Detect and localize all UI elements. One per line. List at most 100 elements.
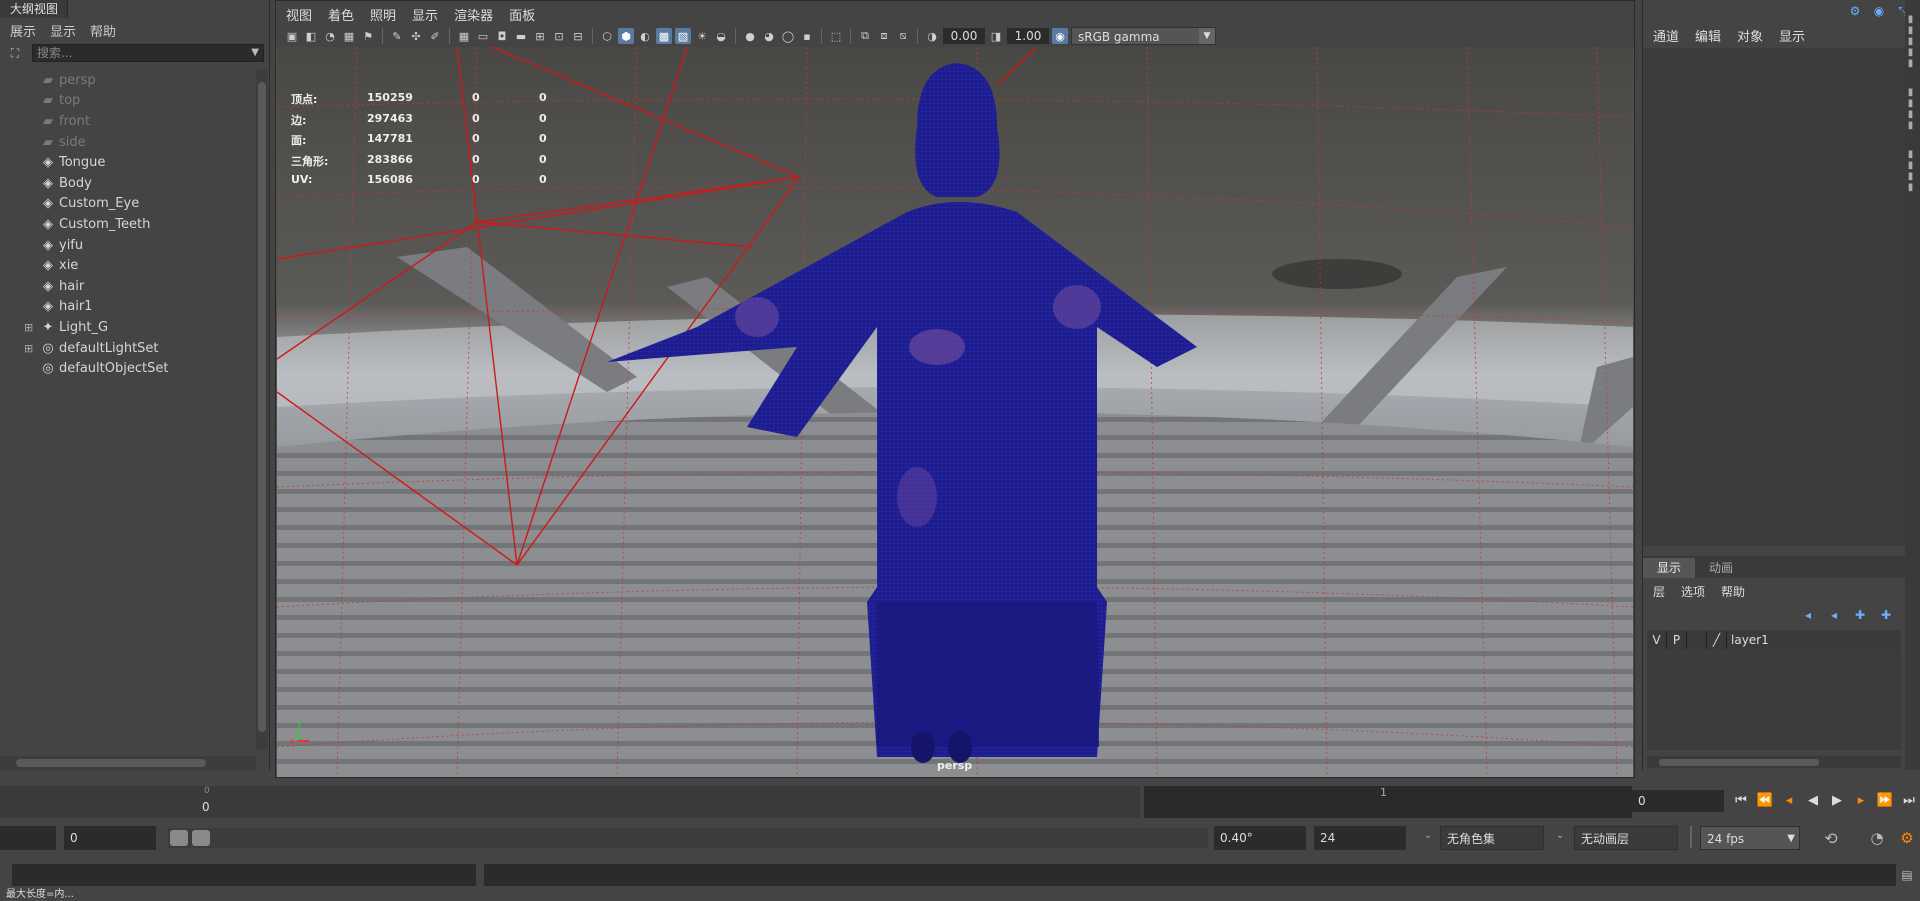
- outliner-item[interactable]: ▰ front: [0, 111, 256, 132]
- wireframe-on-shaded-icon[interactable]: ▩: [656, 28, 672, 44]
- tab-anim-layers[interactable]: 动画: [1695, 558, 1747, 578]
- chevron-down-icon[interactable]: ⌄: [1424, 830, 1432, 841]
- layer-playback-toggle[interactable]: P: [1667, 631, 1687, 649]
- range-handle-end[interactable]: [192, 830, 210, 846]
- go-to-end-icon[interactable]: ⏭: [1900, 790, 1918, 810]
- fps-select[interactable]: 24 fps ▼: [1700, 826, 1800, 850]
- layer-row[interactable]: V P ╱ layer1: [1647, 630, 1901, 650]
- search-input[interactable]: 搜索... ▼: [32, 44, 264, 62]
- camera-attr-icon[interactable]: ◧: [303, 28, 319, 44]
- color-management-icon[interactable]: ◉: [1052, 28, 1068, 44]
- move-layer-down-icon[interactable]: ◂: [1825, 606, 1843, 624]
- layer-menu-help[interactable]: 帮助: [1721, 583, 1745, 600]
- ambient-occlusion-icon[interactable]: ●: [742, 28, 758, 44]
- grid-icon[interactable]: ▦: [456, 28, 472, 44]
- channel-box-body[interactable]: [1643, 48, 1905, 546]
- default-material-icon[interactable]: ◐: [637, 28, 653, 44]
- step-forward-frame-icon[interactable]: ▸: [1852, 790, 1870, 810]
- backface-icon[interactable]: ⧅: [895, 28, 911, 44]
- scroll-thumb[interactable]: [1659, 759, 1819, 766]
- pivot-icon[interactable]: ✣: [408, 28, 424, 44]
- shadow-icon[interactable]: ◒: [713, 28, 729, 44]
- outliner-item[interactable]: ▰ persp: [0, 70, 256, 91]
- outliner-hscrollbar[interactable]: [0, 756, 256, 770]
- preferences-icon[interactable]: ⚙: [1898, 829, 1916, 847]
- current-frame-field[interactable]: 0: [1632, 790, 1724, 812]
- outliner-item[interactable]: ◈ Custom_Eye: [0, 194, 256, 215]
- menu-panels[interactable]: 面板: [509, 5, 535, 24]
- menu-renderer[interactable]: 渲染器: [454, 5, 493, 24]
- filter-icon[interactable]: ⛶: [6, 44, 24, 62]
- light-icon[interactable]: ☀: [694, 28, 710, 44]
- camera-select-icon[interactable]: ▣: [284, 28, 300, 44]
- playback-angle-field[interactable]: 0.40°: [1214, 826, 1306, 850]
- isolate-select-icon[interactable]: ⬚: [828, 28, 844, 44]
- new-layer-selected-icon[interactable]: ✚: [1877, 606, 1895, 624]
- outliner-item[interactable]: ◈ Body: [0, 173, 256, 194]
- go-to-start-icon[interactable]: ⏮: [1732, 790, 1750, 810]
- outliner-menu-show[interactable]: 展示: [10, 21, 36, 40]
- resolution-gate-icon[interactable]: ◘: [494, 28, 510, 44]
- color-space-select[interactable]: sRGB gamma ▼: [1071, 27, 1216, 45]
- range-slider[interactable]: [168, 828, 1208, 848]
- bookmark-icon[interactable]: ◔: [322, 28, 338, 44]
- outliner-item[interactable]: ◈ hair: [0, 276, 256, 297]
- script-editor-icon[interactable]: ▤: [1898, 866, 1916, 884]
- layer-name[interactable]: layer1: [1727, 633, 1769, 647]
- outliner-menu-help[interactable]: 帮助: [90, 21, 116, 40]
- layer-hscrollbar[interactable]: [1647, 756, 1901, 768]
- new-layer-icon[interactable]: ✚: [1851, 606, 1869, 624]
- xray-joints-icon[interactable]: ⧉: [857, 28, 873, 44]
- tab-channel-box-side[interactable]: ▮▮▮▮▮: [1905, 10, 1916, 73]
- layer-menu-options[interactable]: 选项: [1681, 583, 1705, 600]
- motion-blur-icon[interactable]: ◕: [761, 28, 777, 44]
- menu-view[interactable]: 视图: [286, 5, 312, 24]
- menu-shading[interactable]: 着色: [328, 5, 354, 24]
- character-set-select[interactable]: 无角色集: [1440, 826, 1544, 850]
- outliner-item[interactable]: ◈ xie: [0, 255, 256, 276]
- step-back-key-icon[interactable]: ⏪: [1756, 790, 1774, 810]
- move-layer-up-icon[interactable]: ◂: [1799, 606, 1817, 624]
- outliner-item[interactable]: ▰ top: [0, 91, 256, 112]
- scroll-thumb[interactable]: [16, 759, 206, 767]
- gamma-field[interactable]: 1.00: [1007, 28, 1049, 44]
- channel-menu-edit[interactable]: 编辑: [1695, 26, 1721, 45]
- outliner-item[interactable]: ◈ Custom_Teeth: [0, 214, 256, 235]
- time-slider-range[interactable]: 1: [1144, 786, 1632, 818]
- anim-start-field[interactable]: [0, 826, 56, 850]
- chevron-down-icon[interactable]: ▼: [1787, 827, 1795, 851]
- wireframe-icon[interactable]: ⬡: [599, 28, 615, 44]
- menu-lighting[interactable]: 照明: [370, 5, 396, 24]
- layer-type-toggle[interactable]: [1687, 631, 1707, 649]
- playback-end-field[interactable]: 24: [1314, 826, 1406, 850]
- scroll-thumb[interactable]: [258, 82, 266, 732]
- gate-mask-icon[interactable]: ▬: [513, 28, 529, 44]
- expand-icon[interactable]: ⊞: [24, 321, 38, 334]
- outliner-item[interactable]: ◈ yifu: [0, 235, 256, 256]
- expand-icon[interactable]: ⊞: [24, 342, 38, 355]
- outliner-item[interactable]: ◈ Tongue: [0, 152, 256, 173]
- chevron-down-icon[interactable]: ▼: [1199, 28, 1215, 44]
- safe-title-icon[interactable]: ⊟: [570, 28, 586, 44]
- outliner-item[interactable]: ⊞ ✦ Light_G: [0, 317, 256, 338]
- outliner-vscrollbar[interactable]: [256, 70, 268, 750]
- viewport-scene[interactable]: 顶点: 150259 0 0 边: 297463 0 0 面: 147781 0 0 三角形: 28386…: [277, 47, 1633, 777]
- outliner-menu-display[interactable]: 显示: [50, 21, 76, 40]
- loop-icon[interactable]: ⟲: [1822, 829, 1840, 848]
- step-back-frame-icon[interactable]: ◂: [1780, 790, 1798, 810]
- outliner-title[interactable]: 大纲视图: [0, 0, 68, 18]
- tool-settings-icon[interactable]: ⚙: [1846, 2, 1864, 20]
- outliner-item[interactable]: ◈ hair1: [0, 297, 256, 318]
- time-slider-track[interactable]: 0 0: [0, 786, 1140, 818]
- mel-input[interactable]: [12, 864, 476, 886]
- channel-menu-channels[interactable]: 通道: [1653, 26, 1679, 45]
- xray-icon[interactable]: ▧: [675, 28, 691, 44]
- layer-visibility-toggle[interactable]: V: [1647, 631, 1667, 649]
- playback-start-field[interactable]: 0: [64, 826, 156, 850]
- layer-color-swatch[interactable]: ╱: [1707, 631, 1727, 649]
- play-backwards-icon[interactable]: ◀: [1804, 790, 1822, 810]
- tab-display-layers[interactable]: 显示: [1643, 558, 1696, 578]
- play-forwards-icon[interactable]: ▶: [1828, 790, 1846, 810]
- chevron-down-icon[interactable]: ⌄: [1556, 830, 1564, 841]
- step-forward-key-icon[interactable]: ⏩: [1876, 790, 1894, 810]
